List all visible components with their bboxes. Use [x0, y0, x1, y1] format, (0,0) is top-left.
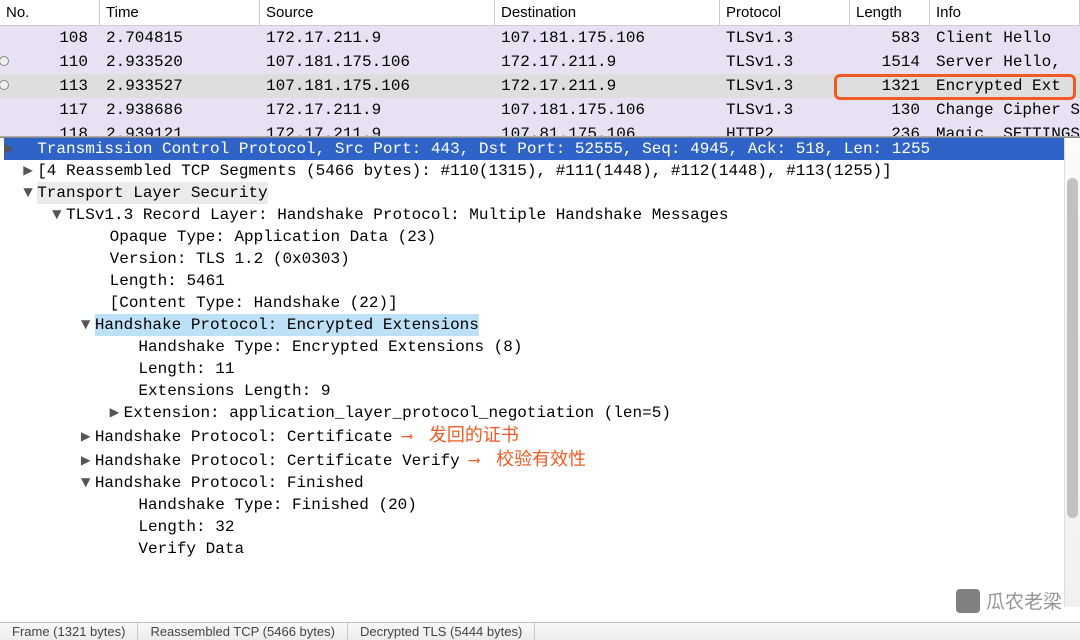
byte-view-tabs: Frame (1321 bytes) Reassembled TCP (5466… [0, 622, 1080, 640]
cell-destination: 107.181.175.106 [495, 26, 720, 50]
cell-source: 172.17.211.9 [260, 26, 495, 50]
tls-opaque-type[interactable]: Opaque Type: Application Data (23) [0, 226, 1080, 248]
tab-frame[interactable]: Frame (1321 bytes) [0, 623, 138, 640]
packet-row[interactable]: 1082.704815172.17.211.9107.181.175.106TL… [0, 26, 1080, 50]
cell-source: 107.181.175.106 [260, 50, 495, 74]
cell-info: Encrypted Ext [930, 74, 1080, 98]
finished-length[interactable]: Length: 32 [0, 516, 1080, 538]
watermark-icon [956, 589, 980, 613]
ee-extensions-length[interactable]: Extensions Length: 9 [0, 380, 1080, 402]
arrow-icon: ⟶ [469, 452, 477, 470]
cell-time: 2.938686 [100, 98, 260, 122]
cell-info: Magic, SETTINGS [930, 122, 1080, 136]
scrollbar-thumb[interactable] [1067, 178, 1078, 518]
col-info[interactable]: Info [930, 0, 1080, 25]
cell-destination: 172.17.211.9 [495, 50, 720, 74]
tls-root[interactable]: ▼Transport Layer Security [0, 182, 1080, 204]
handshake-certificate[interactable]: ▶Handshake Protocol: Certificate ⟶ 发回的证书 [0, 424, 1080, 448]
handshake-certificate-verify[interactable]: ▶Handshake Protocol: Certificate Verify … [0, 448, 1080, 472]
tls-content-type[interactable]: [Content Type: Handshake (22)] [0, 292, 1080, 314]
cell-length: 130 [850, 98, 930, 122]
handshake-encrypted-extensions[interactable]: ▼Handshake Protocol: Encrypted Extension… [0, 314, 1080, 336]
cell-destination: 172.17.211.9 [495, 74, 720, 98]
cell-destination: 107.81.175.106 [495, 122, 720, 136]
col-time[interactable]: Time [100, 0, 260, 25]
packet-row[interactable]: 1102.933520107.181.175.106172.17.211.9TL… [0, 50, 1080, 74]
cell-time: 2.939121 [100, 122, 260, 136]
cell-destination: 107.181.175.106 [495, 98, 720, 122]
packet-row[interactable]: 1132.933527107.181.175.106172.17.211.9TL… [0, 74, 1080, 98]
cell-info: Server Hello, [930, 50, 1080, 74]
cell-source: 172.17.211.9 [260, 98, 495, 122]
reassembled-segments[interactable]: ▶[4 Reassembled TCP Segments (5466 bytes… [0, 160, 1080, 182]
col-protocol[interactable]: Protocol [720, 0, 850, 25]
annotation-cert-verify: 校验有效性 [496, 449, 586, 469]
arrow-icon: ⟶ [402, 428, 410, 446]
ee-extension-alpn[interactable]: ▶Extension: application_layer_protocol_n… [0, 402, 1080, 424]
cell-no: 113 [0, 74, 100, 98]
col-length[interactable]: Length [850, 0, 930, 25]
ee-handshake-type[interactable]: Handshake Type: Encrypted Extensions (8) [0, 336, 1080, 358]
packet-details-pane[interactable]: ▶ Transmission Control Protocol, Src Por… [0, 137, 1080, 607]
packet-list-pane: No. Time Source Destination Protocol Len… [0, 0, 1080, 137]
packet-list-header: No. Time Source Destination Protocol Len… [0, 0, 1080, 26]
cell-source: 107.181.175.106 [260, 74, 495, 98]
details-scrollbar[interactable] [1064, 138, 1080, 607]
packet-row[interactable]: 1182.939121172.17.211.9107.81.175.106HTT… [0, 122, 1080, 136]
tab-decrypted-tls[interactable]: Decrypted TLS (5444 bytes) [348, 623, 535, 640]
cell-source: 172.17.211.9 [260, 122, 495, 136]
tcp-summary[interactable]: ▶ Transmission Control Protocol, Src Por… [0, 138, 1080, 160]
cell-time: 2.933520 [100, 50, 260, 74]
cell-length: 583 [850, 26, 930, 50]
col-destination[interactable]: Destination [495, 0, 720, 25]
cell-protocol: TLSv1.3 [720, 98, 850, 122]
cell-time: 2.933527 [100, 74, 260, 98]
finished-handshake-type[interactable]: Handshake Type: Finished (20) [0, 494, 1080, 516]
cell-info: Change Cipher S [930, 98, 1080, 122]
packet-row[interactable]: 1172.938686172.17.211.9107.181.175.106TL… [0, 98, 1080, 122]
cell-info: Client Hello [930, 26, 1080, 50]
annotation-certificate: 发回的证书 [429, 425, 519, 445]
cell-protocol: TLSv1.3 [720, 74, 850, 98]
cell-length: 1321 [850, 74, 930, 98]
cell-protocol: HTTP2 [720, 122, 850, 136]
ee-length[interactable]: Length: 11 [0, 358, 1080, 380]
cell-protocol: TLSv1.3 [720, 50, 850, 74]
finished-verify-data[interactable]: Verify Data [0, 538, 1080, 560]
cell-no: 118 [0, 122, 100, 136]
col-source[interactable]: Source [260, 0, 495, 25]
cell-no: 117 [0, 98, 100, 122]
cell-time: 2.704815 [100, 26, 260, 50]
cell-protocol: TLSv1.3 [720, 26, 850, 50]
tls-length[interactable]: Length: 5461 [0, 270, 1080, 292]
tls-record[interactable]: ▼TLSv1.3 Record Layer: Handshake Protoco… [0, 204, 1080, 226]
cell-length: 236 [850, 122, 930, 136]
cell-length: 1514 [850, 50, 930, 74]
col-no[interactable]: No. [0, 0, 100, 25]
cell-no: 108 [0, 26, 100, 50]
cell-no: 110 [0, 50, 100, 74]
handshake-finished[interactable]: ▼Handshake Protocol: Finished [0, 472, 1080, 494]
watermark-text: 瓜农老梁 [986, 587, 1062, 614]
tab-reassembled-tcp[interactable]: Reassembled TCP (5466 bytes) [138, 623, 348, 640]
tls-version[interactable]: Version: TLS 1.2 (0x0303) [0, 248, 1080, 270]
watermark: 瓜农老梁 [956, 587, 1062, 614]
